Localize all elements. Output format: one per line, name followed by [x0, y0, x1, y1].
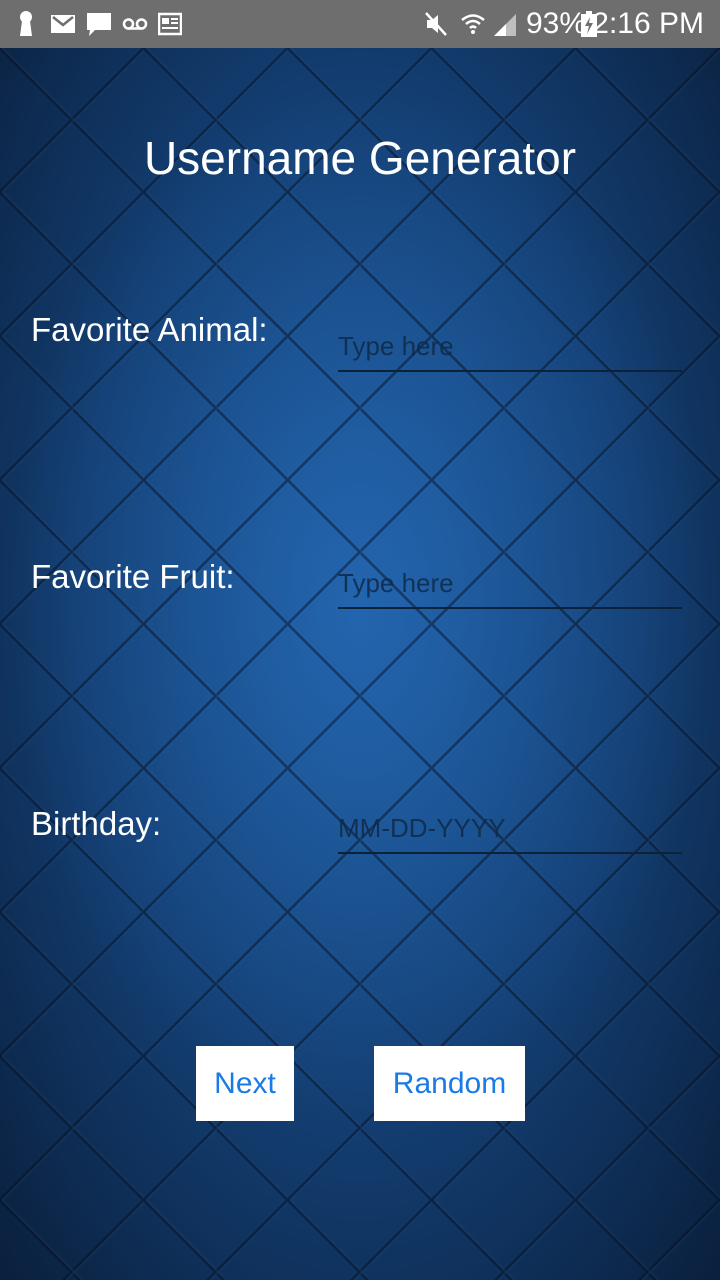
signal-icon — [494, 14, 516, 36]
battery-percent: 93% — [526, 7, 587, 40]
keyhole-icon — [20, 11, 32, 36]
next-button[interactable]: Next — [196, 1046, 294, 1121]
birthday-input[interactable] — [338, 804, 682, 854]
clock: 2:16 PM — [592, 7, 704, 40]
voicemail-icon — [122, 18, 148, 30]
random-button[interactable]: Random — [374, 1046, 525, 1121]
favorite-fruit-label: Favorite Fruit: — [31, 558, 235, 595]
chat-icon — [87, 13, 111, 36]
status-bar: 93% 2:16 PM — [0, 0, 720, 48]
birthday-label: Birthday: — [31, 805, 162, 842]
app-screen: Username Generator Favorite Animal: Favo… — [0, 48, 720, 1280]
mute-icon — [425, 12, 447, 36]
page-title: Username Generator — [143, 132, 577, 184]
news-icon — [158, 12, 182, 36]
wifi-icon — [461, 14, 485, 34]
favorite-animal-input[interactable] — [338, 322, 682, 372]
mail-icon — [51, 15, 75, 33]
favorite-animal-label: Favorite Animal: — [31, 311, 268, 348]
favorite-fruit-input[interactable] — [338, 559, 682, 609]
diamond-pattern-background — [0, 48, 720, 1280]
